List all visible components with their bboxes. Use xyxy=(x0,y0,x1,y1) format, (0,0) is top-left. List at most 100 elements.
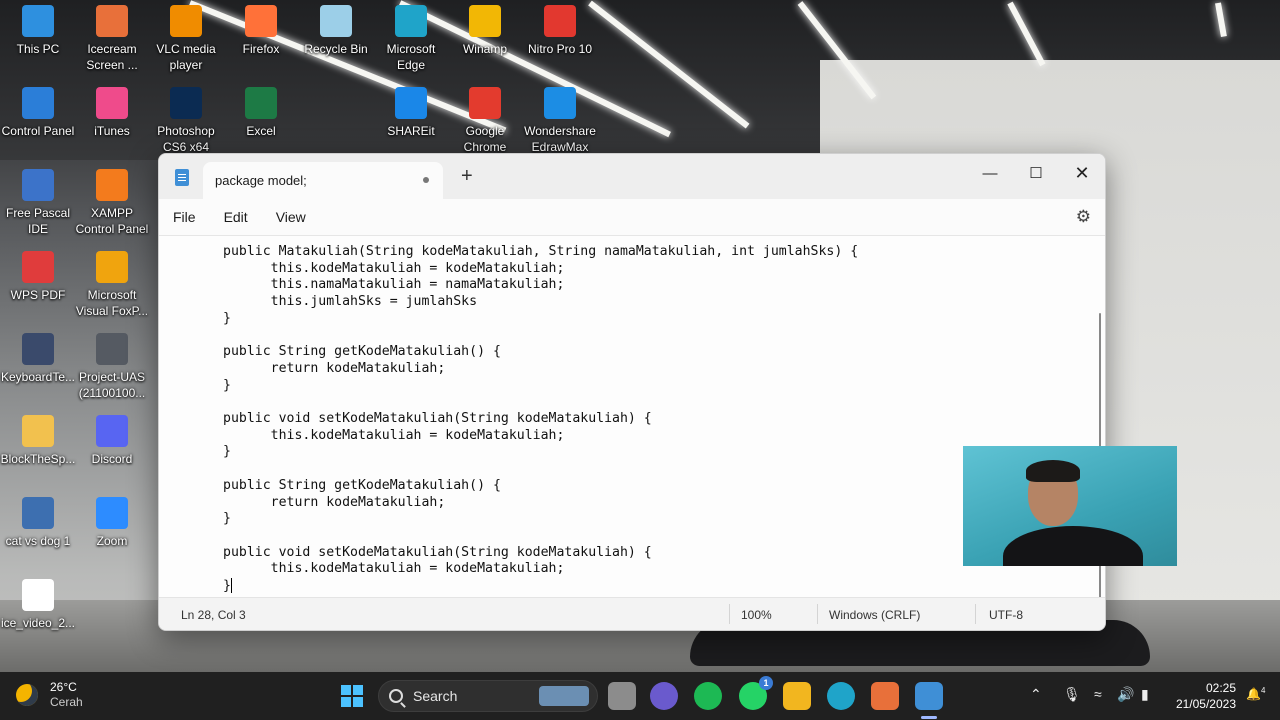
menu-view[interactable]: View xyxy=(276,209,306,225)
person-body xyxy=(1003,526,1143,566)
desktop-icon-label: Winamp xyxy=(462,42,507,56)
desktop-icon-firefox[interactable]: Firefox xyxy=(223,5,299,57)
status-divider xyxy=(817,604,818,624)
chevron-up-icon[interactable]: ⌃ xyxy=(1030,686,1042,703)
desktop-icon-xampp[interactable]: XAMPP Control Panel xyxy=(74,169,150,237)
desktop-icon-wps-pdf[interactable]: WPS PDF xyxy=(0,251,76,303)
desktop-icon-itunes[interactable]: iTunes xyxy=(74,87,150,139)
recycle-bin-icon xyxy=(320,5,352,37)
close-button[interactable]: ✕ xyxy=(1059,157,1105,189)
search-highlight-image xyxy=(539,686,589,706)
vlc-cone-icon xyxy=(170,5,202,37)
shareit-icon xyxy=(395,87,427,119)
desktop-icon-label: Excel xyxy=(246,124,276,138)
code-line: this.kodeMatakuliah = kodeMatakuliah; xyxy=(223,260,565,276)
battery-icon[interactable]: ▮ xyxy=(1141,686,1149,703)
person-hair xyxy=(1026,460,1080,482)
desktop-icon-excel[interactable]: Excel xyxy=(223,87,299,139)
spotify-icon[interactable] xyxy=(694,682,722,710)
tab-title: package model; xyxy=(215,173,307,188)
desktop-icon-label: Free Pascal IDE xyxy=(5,206,71,236)
desktop-icon-chrome[interactable]: Google Chrome xyxy=(447,87,523,155)
teams-chat-icon[interactable] xyxy=(650,682,678,710)
desktop-icon-label: Project-UAS (21100100... xyxy=(78,370,146,400)
edge-icon xyxy=(395,5,427,37)
xampp-icon xyxy=(96,169,128,201)
itunes-icon xyxy=(96,87,128,119)
folder-icon xyxy=(22,415,54,447)
nitro-icon xyxy=(544,5,576,37)
weather-widget[interactable]: 26°C Cerah xyxy=(16,680,83,710)
edge-taskbar-icon[interactable] xyxy=(827,682,855,710)
desktop-icon-video-file[interactable]: ice_video_2... xyxy=(0,579,76,631)
clock[interactable]: 02:25 21/05/2023 xyxy=(1176,680,1236,712)
code-text[interactable]: public Matakuliah(String kodeMatakuliah,… xyxy=(223,244,858,595)
code-line: ​ xyxy=(223,528,858,545)
desktop-icon-icecream[interactable]: Icecream Screen ... xyxy=(74,5,150,73)
line-ending: Windows (CRLF) xyxy=(829,608,921,622)
code-line: public Matakuliah(String kodeMatakuliah,… xyxy=(223,244,859,259)
excel-icon xyxy=(245,87,277,119)
code-line: public void setKodeMatakuliah(String kod… xyxy=(223,411,652,427)
desktop-icon-recycle-bin[interactable]: Recycle Bin xyxy=(298,5,374,57)
desktop-icon-monitor[interactable]: This PC xyxy=(0,5,76,57)
desktop-icon-shareit[interactable]: SHAREit xyxy=(373,87,449,139)
menu-bar: File Edit View ⚙ xyxy=(159,199,1105,235)
desktop-icon-label: WPS PDF xyxy=(10,288,66,302)
clock-time: 02:25 xyxy=(1205,681,1236,695)
notification-bell-icon[interactable]: 🔔4 xyxy=(1246,686,1265,701)
desktop-icon-zoom[interactable]: Zoom xyxy=(74,497,150,549)
microphone-icon[interactable]: 🎙 xyxy=(1063,686,1081,703)
desktop-icon-edge[interactable]: Microsoft Edge xyxy=(373,5,449,73)
whatsapp-icon[interactable]: 1 xyxy=(739,676,773,710)
taskbar-search[interactable]: Search xyxy=(378,680,598,712)
desktop-icon-edrawmax[interactable]: Wondershare EdrawMax xyxy=(522,87,598,155)
desktop-icon-label: KeyboardTe... xyxy=(0,370,76,384)
minimize-button[interactable]: — xyxy=(967,157,1013,189)
maximize-button[interactable]: ☐ xyxy=(1013,157,1059,189)
new-tab-plus-icon[interactable]: + xyxy=(461,165,473,187)
desktop-icon-folder[interactable]: BlockTheSp... xyxy=(0,415,76,467)
desktop-icon-label: iTunes xyxy=(94,124,130,138)
file-explorer-icon[interactable] xyxy=(783,682,811,710)
desktop-icon-winamp[interactable]: Winamp xyxy=(447,5,523,57)
icecream-taskbar-icon[interactable] xyxy=(871,682,899,710)
notepad-taskbar-icon[interactable] xyxy=(915,682,943,710)
title-bar[interactable]: package model; + — ☐ ✕ xyxy=(159,154,1105,199)
foxpro-icon xyxy=(96,251,128,283)
tab-package-model[interactable]: package model; xyxy=(203,162,443,199)
menu-file[interactable]: File xyxy=(173,209,196,225)
desktop-icon-discord[interactable]: Discord xyxy=(74,415,150,467)
desktop-icon-foxpro[interactable]: Microsoft Visual FoxP... xyxy=(74,251,150,319)
wifi-icon[interactable]: ≈ xyxy=(1094,686,1102,702)
code-line: public void setKodeMatakuliah(String kod… xyxy=(223,544,652,560)
desktop-icon-project-file[interactable]: Project-UAS (21100100... xyxy=(74,333,150,401)
desktop-icon-flash[interactable]: cat vs dog 1 xyxy=(0,497,76,549)
search-label: Search xyxy=(413,688,458,704)
desktop-icon-label: Icecream Screen ... xyxy=(86,42,138,72)
code-line: } xyxy=(223,511,231,527)
desktop-icon-label: XAMPP Control Panel xyxy=(75,206,149,236)
desktop-icon-control-panel[interactable]: Control Panel xyxy=(0,87,76,139)
settings-gear-icon[interactable]: ⚙ xyxy=(1076,207,1091,227)
notification-count: 4 xyxy=(1260,686,1266,695)
active-app-indicator xyxy=(921,716,937,719)
desktop-icon-vlc-cone[interactable]: VLC media player xyxy=(148,5,224,73)
unsaved-dot-icon[interactable] xyxy=(423,177,429,183)
start-windows-icon[interactable] xyxy=(338,682,366,710)
desktop-icon-photoshop[interactable]: Photoshop CS6 x64 xyxy=(148,87,224,155)
code-line: public String getKodeMatakuliah() { xyxy=(223,344,501,360)
desktop-icon-pascal[interactable]: Free Pascal IDE xyxy=(0,169,76,237)
discord-icon xyxy=(96,415,128,447)
desktop-icon-label: Microsoft Edge xyxy=(386,42,436,72)
volume-icon[interactable]: 🔊 xyxy=(1117,686,1134,703)
menu-edit[interactable]: Edit xyxy=(224,209,248,225)
code-line: ​ xyxy=(223,328,858,345)
task-view-icon[interactable] xyxy=(608,682,636,710)
wps-pdf-icon xyxy=(22,251,54,283)
desktop-icon-keyboard-test[interactable]: KeyboardTe... xyxy=(0,333,76,385)
cursor-position: Ln 28, Col 3 xyxy=(181,608,246,622)
desktop-icon-label: Microsoft Visual FoxP... xyxy=(75,288,149,318)
desktop-icon-label: Wondershare EdrawMax xyxy=(524,124,596,154)
desktop-icon-nitro[interactable]: Nitro Pro 10 xyxy=(522,5,598,57)
